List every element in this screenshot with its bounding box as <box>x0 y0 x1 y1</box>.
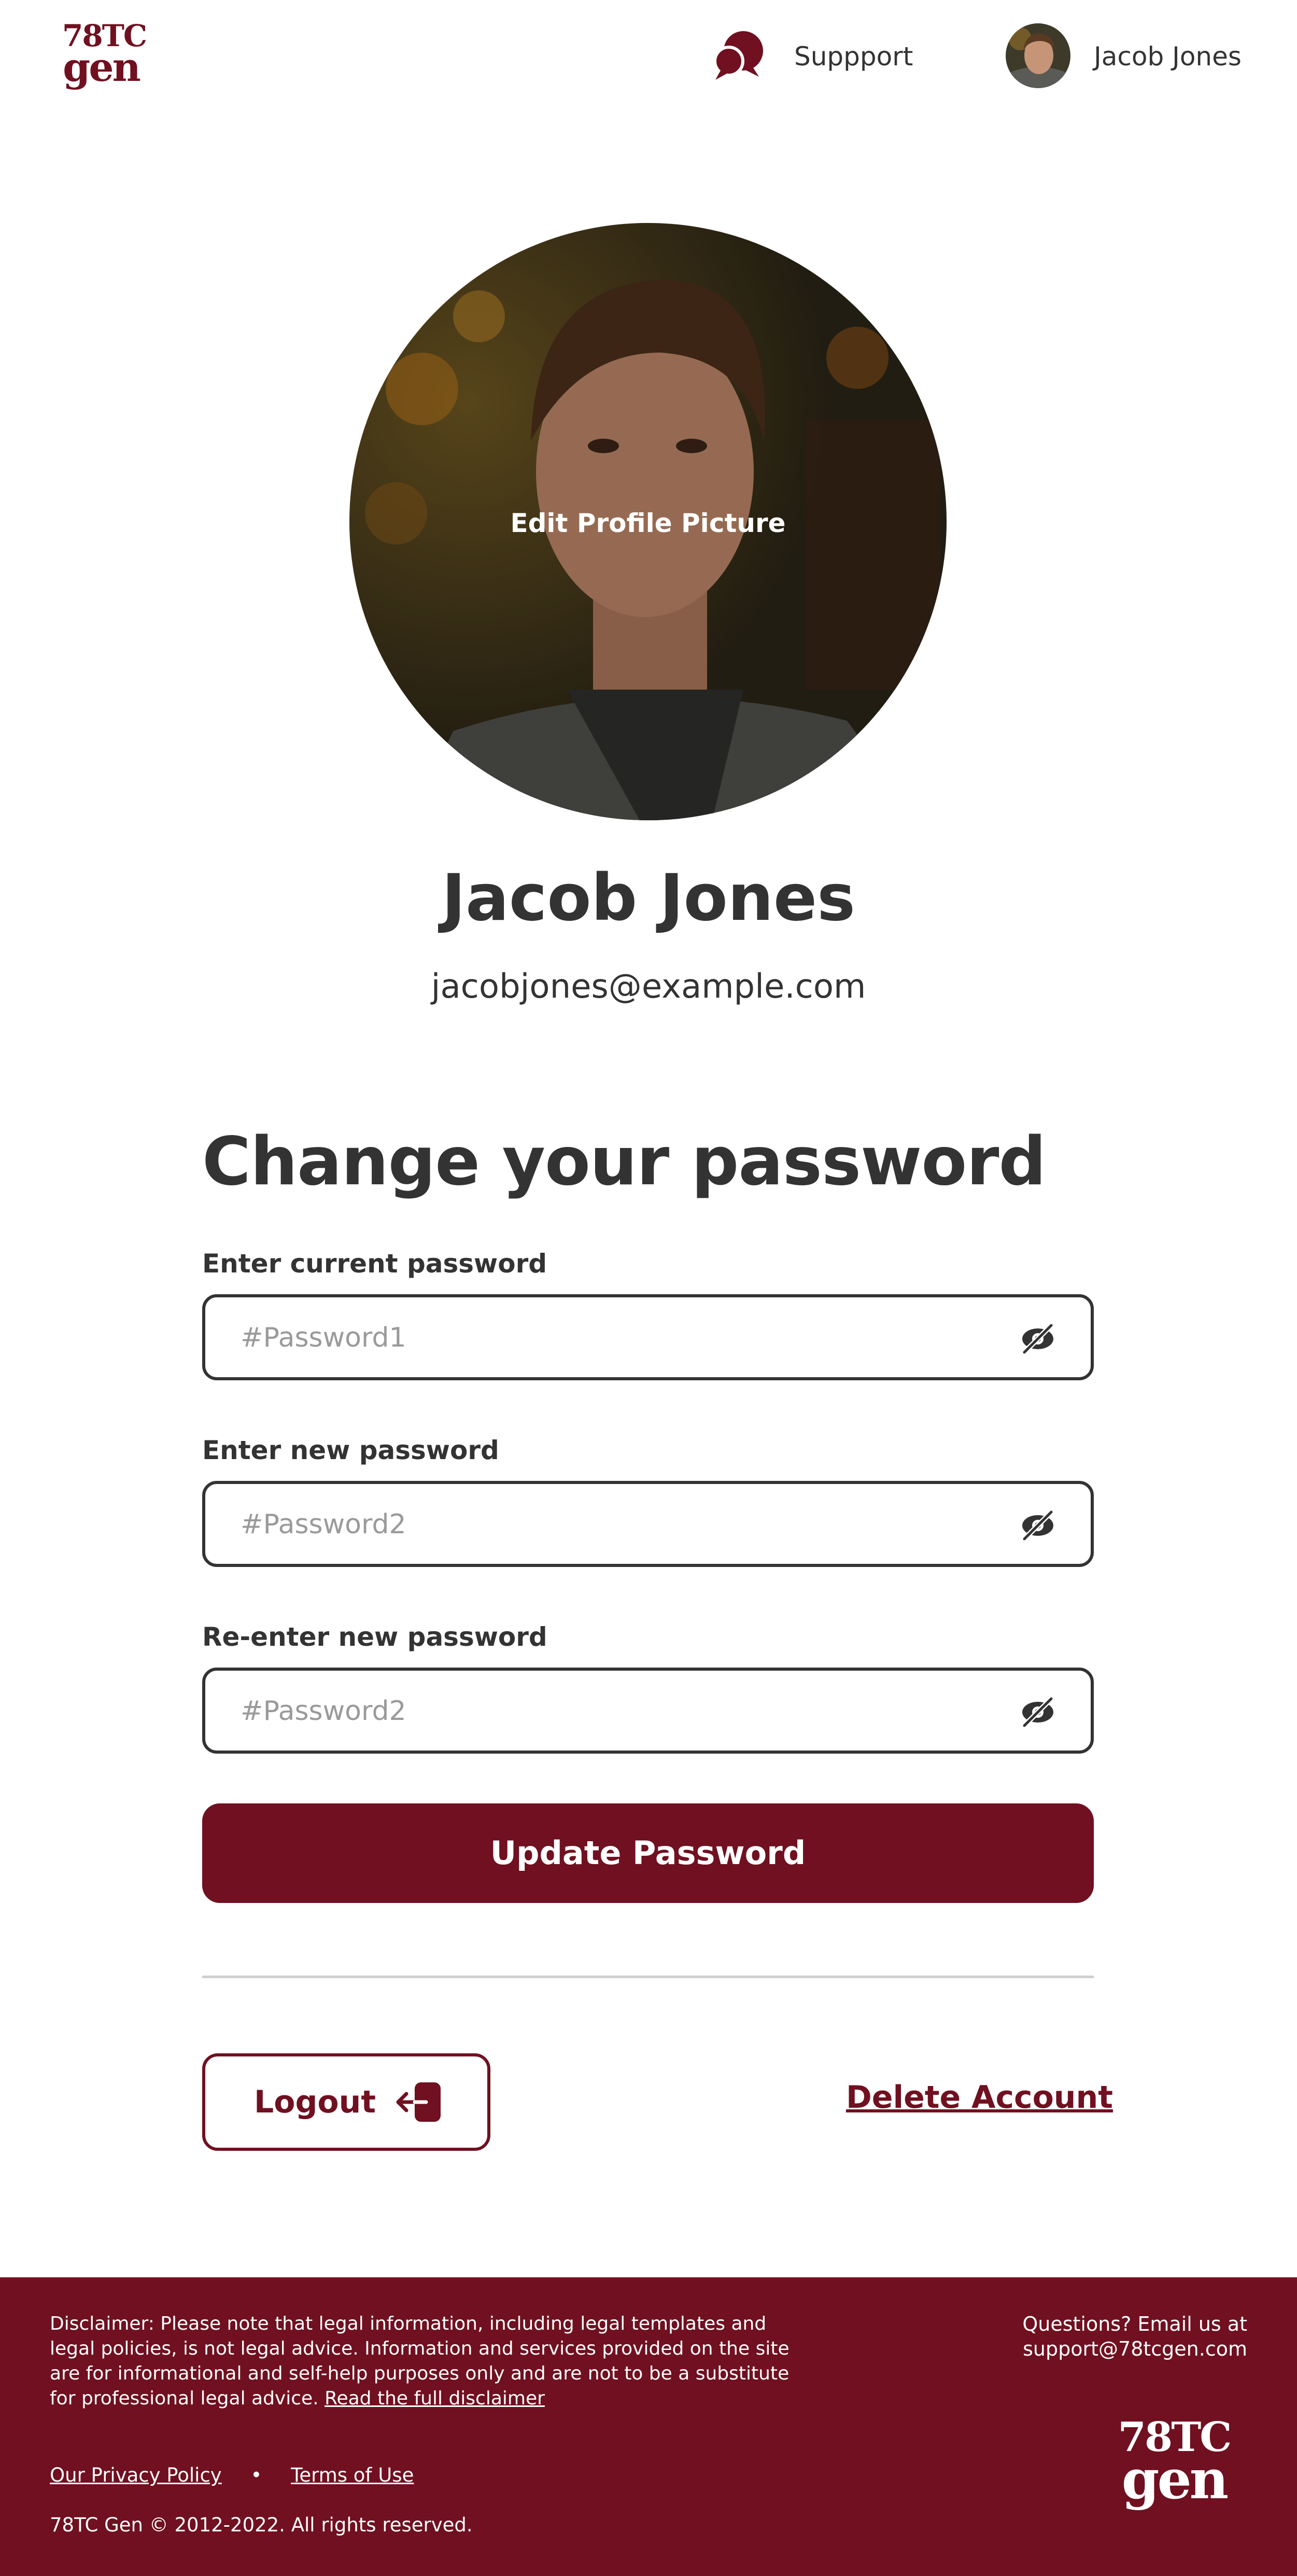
logo-text-bottom: gen <box>63 44 141 90</box>
avatar-image <box>1006 23 1070 88</box>
brand-logo[interactable]: 78TC gen <box>62 21 147 90</box>
footer: Disclaimer: Please note that legal infor… <box>0 2277 1297 2576</box>
new-password-label: Enter new password <box>202 1435 499 1465</box>
footer-contact: Questions? Email us at support@78tcgen.c… <box>884 2312 1247 2361</box>
profile-name: Jacob Jones <box>442 861 855 935</box>
eye-off-icon[interactable] <box>1019 1320 1056 1357</box>
change-password-title: Change your password <box>202 1123 1046 1200</box>
eye-off-icon[interactable] <box>1019 1693 1056 1731</box>
footer-logo[interactable]: 78TC gen <box>1115 2417 1234 2507</box>
header-user-name[interactable]: Jacob Jones <box>1094 41 1242 72</box>
profile-email: jacobjones@example.com <box>431 968 866 1006</box>
update-password-button[interactable]: Update Password <box>202 1803 1094 1903</box>
confirm-password-label: Re-enter new password <box>202 1622 547 1652</box>
edit-profile-picture-label[interactable]: Edit Profile Picture <box>349 508 947 538</box>
copyright: 78TC Gen © 2012-2022. All rights reserve… <box>50 2514 473 2536</box>
logout-label: Logout <box>254 2084 376 2120</box>
support-link[interactable]: Suppport <box>794 41 913 72</box>
support-email-link[interactable]: support@78tcgen.com <box>884 2336 1247 2361</box>
eye-off-icon[interactable] <box>1019 1507 1056 1544</box>
current-password-input[interactable] <box>239 1297 967 1378</box>
terms-of-use-link[interactable]: Terms of Use <box>291 2464 414 2486</box>
privacy-policy-link[interactable]: Our Privacy Policy <box>50 2464 222 2486</box>
confirm-password-field[interactable] <box>202 1668 1094 1754</box>
footer-disclaimer: Disclaimer: Please note that legal infor… <box>50 2312 817 2411</box>
confirm-password-input[interactable] <box>239 1671 967 1752</box>
new-password-field[interactable] <box>202 1481 1094 1567</box>
divider <box>202 1976 1094 1978</box>
logout-icon <box>396 2082 441 2122</box>
delete-account-link[interactable]: Delete Account <box>846 2079 1113 2116</box>
questions-text: Questions? Email us at <box>1022 2313 1247 2335</box>
footer-logo-bottom: gen <box>1121 2447 1229 2511</box>
chat-bubbles-icon[interactable] <box>711 29 765 83</box>
footer-links: Our Privacy Policy • Terms of Use <box>50 2464 414 2486</box>
current-password-label: Enter current password <box>202 1249 547 1279</box>
full-disclaimer-link[interactable]: Read the full disclaimer <box>325 2388 545 2409</box>
avatar[interactable] <box>1006 23 1070 88</box>
current-password-field[interactable] <box>202 1294 1094 1380</box>
footer-separator: • <box>250 2464 262 2486</box>
new-password-input[interactable] <box>239 1484 967 1565</box>
logout-button[interactable]: Logout <box>202 2053 490 2151</box>
